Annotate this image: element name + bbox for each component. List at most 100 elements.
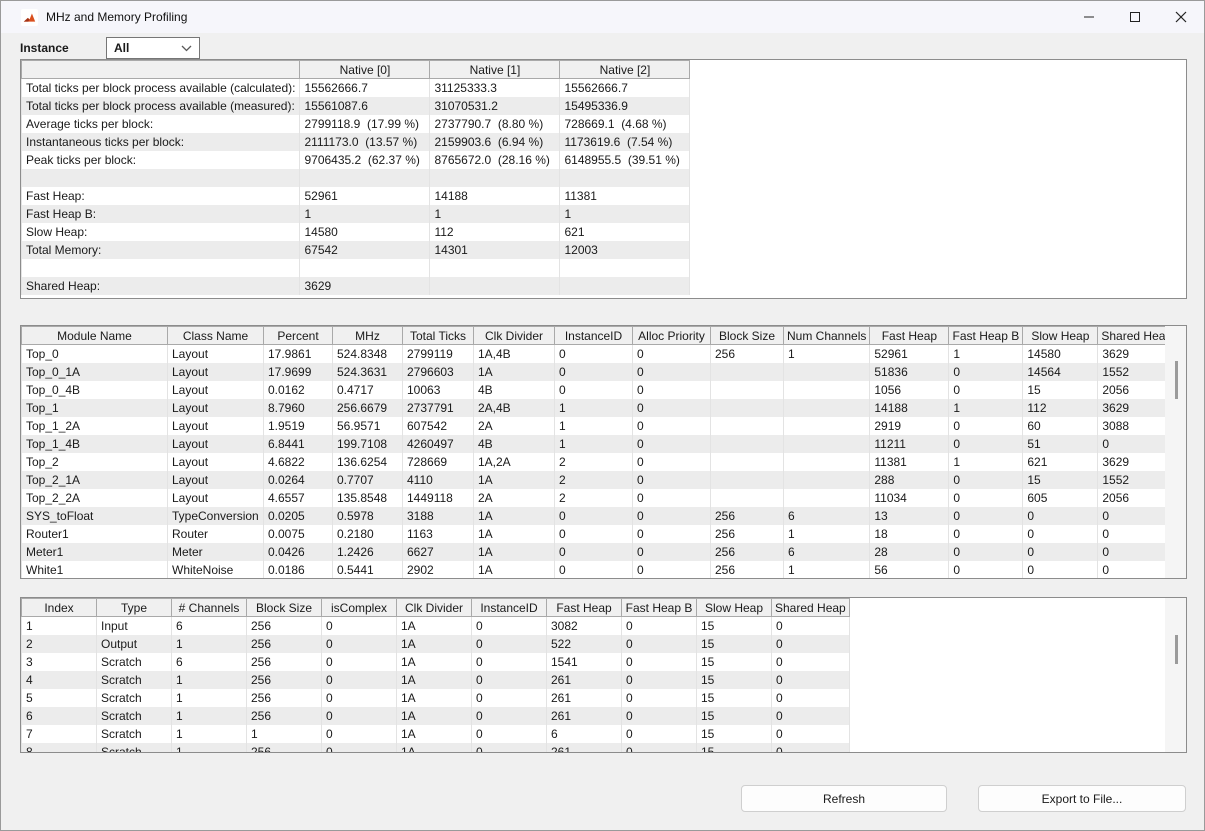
cell[interactable]: 0 — [949, 417, 1023, 435]
cell[interactable]: 0 — [633, 489, 711, 507]
cell[interactable]: 1 — [172, 743, 247, 754]
cell[interactable]: 3629 — [1098, 345, 1176, 363]
cell[interactable]: 0.0186 — [264, 561, 333, 579]
cell[interactable]: Slow Heap: — [22, 223, 300, 241]
cell[interactable]: 4 — [22, 671, 97, 689]
cell[interactable]: 0 — [772, 653, 850, 671]
cell[interactable]: 621 — [1023, 453, 1098, 471]
cell[interactable] — [560, 169, 690, 187]
cell[interactable]: 8.7960 — [264, 399, 333, 417]
cell[interactable]: 14301 — [430, 241, 560, 259]
cell[interactable]: 261 — [547, 743, 622, 754]
cell[interactable]: 0 — [322, 707, 397, 725]
cell[interactable]: 4.6822 — [264, 453, 333, 471]
cell[interactable]: 15 — [697, 743, 772, 754]
cell[interactable]: 52961 — [300, 187, 430, 205]
cell[interactable]: 0 — [949, 489, 1023, 507]
cell[interactable] — [784, 417, 870, 435]
cell[interactable]: 0 — [633, 381, 711, 399]
cell[interactable]: 4B — [474, 435, 555, 453]
cell[interactable]: White1 — [22, 561, 168, 579]
cell[interactable]: Top_0_4B — [22, 381, 168, 399]
cell[interactable]: 0 — [322, 689, 397, 707]
cell[interactable] — [560, 259, 690, 277]
cell[interactable]: Top_2_1A — [22, 471, 168, 489]
maximize-button[interactable] — [1112, 1, 1158, 33]
cell[interactable]: 51836 — [870, 363, 949, 381]
cell[interactable]: 3629 — [300, 277, 430, 295]
cell[interactable]: 0 — [472, 707, 547, 725]
cell[interactable]: 0 — [322, 617, 397, 635]
cell[interactable]: 4B — [474, 381, 555, 399]
instance-dropdown[interactable]: All — [106, 37, 200, 59]
cell[interactable]: 1A — [397, 689, 472, 707]
cell[interactable]: 0 — [772, 707, 850, 725]
cell[interactable]: 6 — [172, 653, 247, 671]
cell[interactable]: 2737791 — [403, 399, 474, 417]
cell[interactable]: 0 — [555, 543, 633, 561]
cell[interactable]: 7 — [22, 725, 97, 743]
cell[interactable]: 14564 — [1023, 363, 1098, 381]
cell[interactable]: 2A — [474, 489, 555, 507]
cell[interactable]: 13 — [870, 507, 949, 525]
cell[interactable]: 0 — [622, 671, 697, 689]
cell[interactable]: 0 — [949, 543, 1023, 561]
cell[interactable]: 1A — [474, 543, 555, 561]
cell[interactable]: 1 — [784, 525, 870, 543]
cell[interactable]: 1541 — [547, 653, 622, 671]
cell[interactable]: 728669.1 (4.68 %) — [560, 115, 690, 133]
buffer-table-scrollbar-thumb[interactable] — [1175, 635, 1178, 664]
cell[interactable]: 256 — [247, 689, 322, 707]
cell[interactable] — [22, 259, 300, 277]
cell[interactable]: 0 — [949, 363, 1023, 381]
cell[interactable]: 15 — [697, 671, 772, 689]
cell[interactable]: Layout — [168, 435, 264, 453]
table-row[interactable]: Top_2_1ALayout0.02640.770741101A20288015… — [22, 471, 1176, 489]
cell[interactable]: 1552 — [1098, 471, 1176, 489]
cell[interactable]: Layout — [168, 417, 264, 435]
cell[interactable]: 524.3631 — [333, 363, 403, 381]
cell[interactable]: 0 — [949, 435, 1023, 453]
cell[interactable]: 0 — [555, 525, 633, 543]
cell[interactable]: 0 — [633, 435, 711, 453]
cell[interactable]: 1 — [172, 707, 247, 725]
cell[interactable]: 0 — [472, 743, 547, 754]
cell[interactable]: 2796603 — [403, 363, 474, 381]
cell[interactable]: TypeConversion — [168, 507, 264, 525]
cell[interactable]: 0 — [622, 653, 697, 671]
cell[interactable]: 14188 — [430, 187, 560, 205]
cell[interactable]: 1A — [474, 507, 555, 525]
cell[interactable]: 0 — [1023, 507, 1098, 525]
cell[interactable]: 0.0075 — [264, 525, 333, 543]
cell[interactable]: 1552 — [1098, 363, 1176, 381]
cell[interactable]: Fast Heap: — [22, 187, 300, 205]
table-row[interactable]: Total Memory:675421430112003 — [22, 241, 690, 259]
cell[interactable]: 60 — [1023, 417, 1098, 435]
cell[interactable]: 6148955.5 (39.51 %) — [560, 151, 690, 169]
cell[interactable]: Layout — [168, 489, 264, 507]
cell[interactable]: 2737790.7 (8.80 %) — [430, 115, 560, 133]
cell[interactable]: 256 — [711, 507, 784, 525]
cell[interactable]: 1A — [397, 617, 472, 635]
cell[interactable]: 0 — [622, 707, 697, 725]
cell[interactable]: 2 — [555, 489, 633, 507]
table-row[interactable]: Top_2Layout4.6822136.62547286691A,2A2011… — [22, 453, 1176, 471]
cell[interactable]: 0 — [322, 725, 397, 743]
cell[interactable]: 0 — [772, 635, 850, 653]
cell[interactable]: 6 — [172, 617, 247, 635]
cell[interactable]: Top_1_4B — [22, 435, 168, 453]
cell[interactable]: 8 — [22, 743, 97, 754]
cell[interactable]: 2159903.6 (6.94 %) — [430, 133, 560, 151]
cell[interactable]: 0 — [472, 617, 547, 635]
cell[interactable]: 0 — [472, 725, 547, 743]
cell[interactable]: Scratch — [97, 653, 172, 671]
cell[interactable]: 4.6557 — [264, 489, 333, 507]
cell[interactable]: 256.6679 — [333, 399, 403, 417]
cell[interactable]: 1A,2A — [474, 453, 555, 471]
cell[interactable]: 15 — [697, 707, 772, 725]
export-to-file-button[interactable]: Export to File... — [978, 785, 1186, 812]
cell[interactable]: 1A — [397, 707, 472, 725]
buffer-table-scrollbar-track[interactable] — [1165, 598, 1186, 752]
minimize-button[interactable] — [1066, 1, 1112, 33]
cell[interactable]: Output — [97, 635, 172, 653]
